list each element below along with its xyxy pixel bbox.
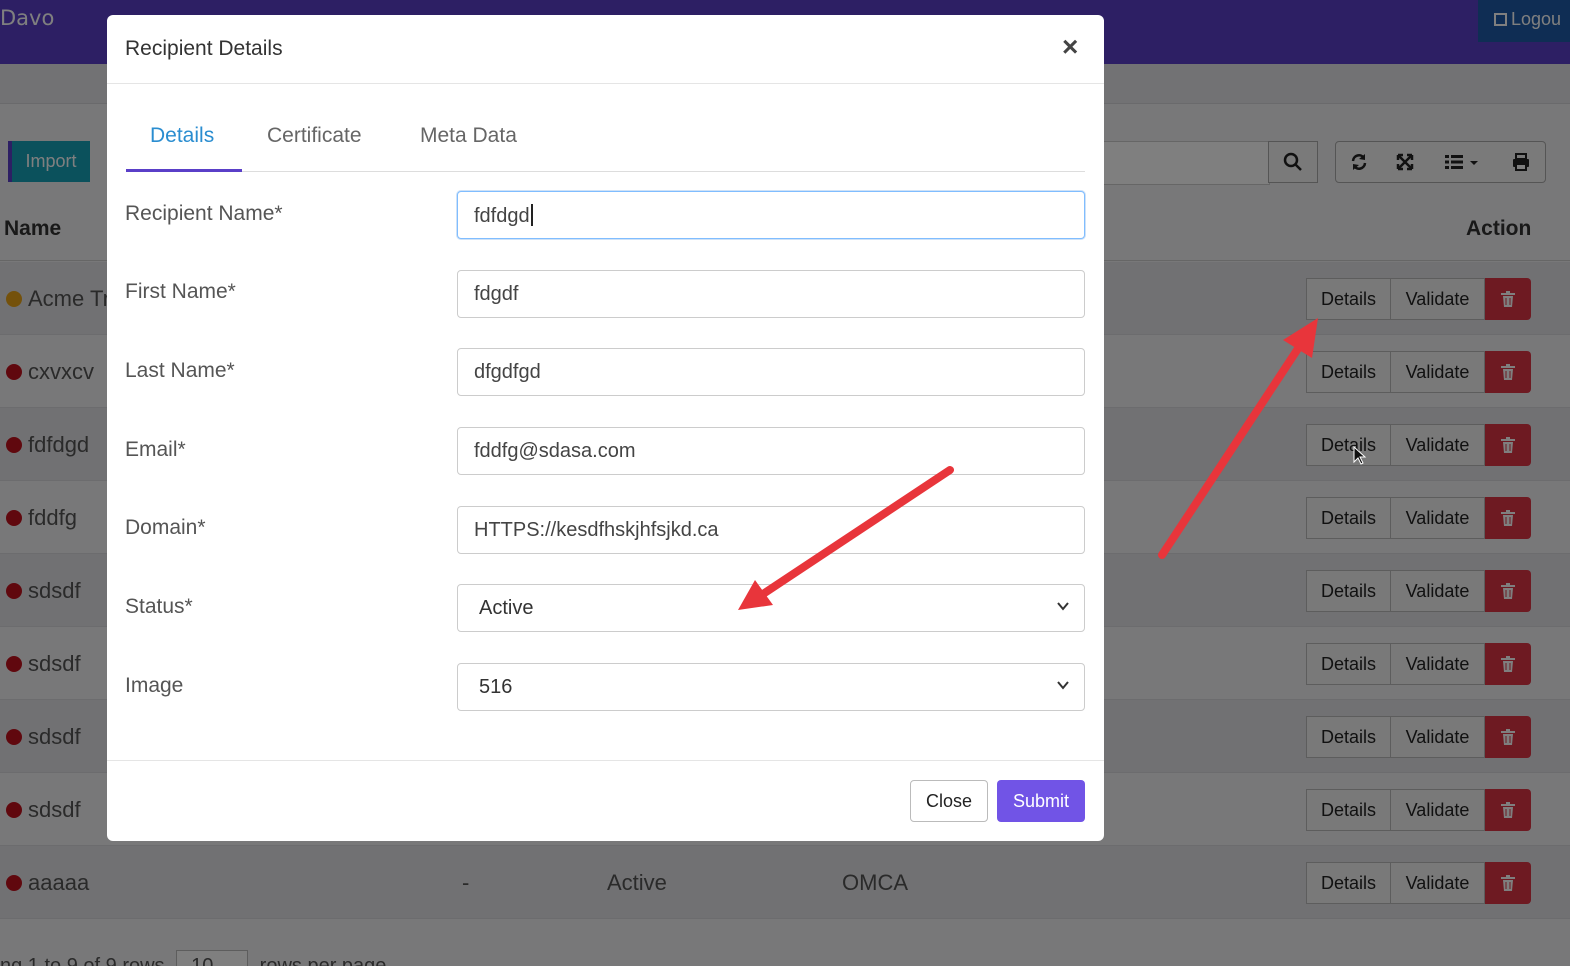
chevron-down-icon bbox=[1057, 681, 1069, 690]
tab-meta-data[interactable]: Meta Data bbox=[420, 124, 517, 148]
first-name-label: First Name* bbox=[125, 280, 236, 303]
tab-certificate[interactable]: Certificate bbox=[267, 124, 362, 148]
recipient-name-input[interactable]: fdfdgd bbox=[457, 191, 1085, 239]
modal-title: Recipient Details bbox=[125, 37, 283, 60]
modal-tabs: Details Certificate Meta Data bbox=[126, 115, 1085, 172]
image-select-value: 516 bbox=[479, 676, 513, 698]
status-label: Status* bbox=[125, 595, 193, 618]
chevron-down-icon bbox=[1057, 602, 1069, 611]
last-name-input[interactable]: dfgdfgd bbox=[457, 348, 1085, 396]
email-label: Email* bbox=[125, 438, 186, 461]
recipient-details-modal: Recipient Details × Details Certificate … bbox=[107, 15, 1104, 841]
status-select[interactable]: Active bbox=[457, 584, 1085, 632]
email-input[interactable]: fddfg@sdasa.com bbox=[457, 427, 1085, 475]
first-name-input[interactable]: fdgdf bbox=[457, 270, 1085, 318]
close-icon[interactable]: × bbox=[1062, 33, 1078, 61]
domain-label: Domain* bbox=[125, 516, 206, 539]
active-tab-indicator bbox=[126, 169, 242, 172]
modal-header: Recipient Details × bbox=[107, 15, 1104, 84]
close-button[interactable]: Close bbox=[910, 780, 988, 822]
recipient-name-value: fdfdgd bbox=[474, 205, 530, 227]
modal-footer-divider bbox=[107, 760, 1104, 761]
image-select[interactable]: 516 bbox=[457, 663, 1085, 711]
domain-input[interactable]: HTTPS://kesdfhskjhfsjkd.ca bbox=[457, 506, 1085, 554]
last-name-label: Last Name* bbox=[125, 359, 235, 382]
recipient-name-label: Recipient Name* bbox=[125, 202, 283, 225]
status-select-value: Active bbox=[479, 597, 534, 619]
submit-button[interactable]: Submit bbox=[997, 780, 1085, 822]
text-cursor bbox=[530, 204, 533, 226]
tab-details[interactable]: Details bbox=[150, 124, 214, 148]
image-label: Image bbox=[125, 674, 184, 697]
